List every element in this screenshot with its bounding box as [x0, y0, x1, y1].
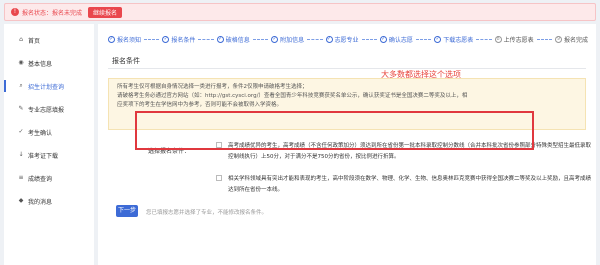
highlight-box	[135, 111, 534, 150]
step-check-icon: ✓	[434, 35, 442, 43]
download-icon: ↓	[18, 151, 24, 158]
sidebar: ⌂ 首页 ◉ 基本信息 ⌕ 招生计划查询 ✎ 专业志愿填报 ✓ 考生确认 ↓ 准…	[4, 24, 94, 265]
step-label: 附加信息	[280, 36, 305, 44]
step-label: 上传志愿表	[503, 36, 534, 44]
step-check-icon: ✓	[325, 35, 333, 43]
notice-line: 应奖项下的考生在学信网中为参考，否则可能不会被取得入学资格。	[117, 102, 283, 108]
user-icon: ◉	[18, 59, 24, 66]
sidebar-item-label: 招生计划查询	[28, 83, 65, 91]
section-title: 报名条件	[112, 57, 140, 65]
step-exception-info[interactable]: ✓ 破格信息	[216, 35, 250, 44]
step-connector	[536, 38, 552, 40]
message-icon: ◆	[18, 197, 24, 204]
sidebar-item-home[interactable]: ⌂ 首页	[4, 33, 94, 47]
search-icon: ⌕	[19, 82, 23, 89]
annotation-text: 大多数都选择这个选项	[381, 70, 461, 79]
section-divider	[108, 68, 586, 69]
step-connector	[476, 38, 492, 40]
sidebar-item-label: 考生确认	[28, 129, 53, 137]
condition-option-2[interactable]: 相关学科领域具有突出才能和表现的考生，高中阶段须在数学、物理、化学、生物、信息奥…	[216, 174, 596, 196]
sidebar-item-enrollment-plan[interactable]: ⌕ 招生计划查询	[4, 79, 94, 93]
continue-registration-button[interactable]: 继续报名	[88, 6, 123, 18]
step-label: 报名条件	[171, 36, 196, 44]
sidebar-item-basic-info[interactable]: ◉ 基本信息	[4, 56, 94, 70]
step-label: 下载志愿表	[443, 36, 474, 44]
step-check-icon: ✓	[108, 35, 115, 43]
step-check-icon: ✓	[379, 35, 387, 43]
sidebar-item-admission-ticket[interactable]: ↓ 准考证下载	[4, 148, 94, 162]
sidebar-item-scores[interactable]: ≡ 成绩查询	[4, 171, 94, 185]
check-icon: ✓	[18, 128, 24, 135]
progress-steps: ✓ 报名须知 ✓ 报名条件 ✓ 破格信息 ✓ 附加信息 ✓ 志愿专业 ✓ 确认志愿 ✓ 下载志…	[108, 32, 588, 46]
step-download-form[interactable]: ✓ 下载志愿表	[434, 35, 473, 44]
step-major-choice[interactable]: ✓ 志愿专业	[325, 35, 359, 44]
step-connector	[144, 38, 160, 40]
sidebar-item-messages[interactable]: ◆ 我的消息	[4, 194, 94, 208]
step-label: 报名完成	[564, 36, 589, 44]
step-upload-form[interactable]: 8 上传志愿表	[494, 35, 534, 44]
option-checkbox[interactable]	[216, 175, 222, 181]
sidebar-item-confirm[interactable]: ✓ 考生确认	[4, 125, 94, 139]
step-number: 9	[555, 35, 562, 43]
step-number: 8	[494, 35, 502, 43]
sidebar-item-major-application[interactable]: ✎ 专业志愿填报	[4, 102, 94, 116]
hint-text: 您已填报志愿并选择了专业，不能修改报名条件。	[146, 210, 268, 216]
step-connector	[252, 38, 269, 40]
sidebar-item-label: 成绩查询	[28, 175, 53, 183]
step-connector	[198, 38, 214, 40]
step-label: 破格信息	[225, 36, 250, 44]
step-connector	[307, 38, 323, 40]
step-check-icon: ✓	[216, 35, 224, 43]
step-connector	[415, 38, 432, 40]
step-label: 确认志愿	[388, 36, 413, 44]
status-text: 报名状态：报名未完成	[22, 9, 83, 17]
sidebar-item-label: 首页	[28, 37, 41, 45]
chart-icon: ≡	[18, 174, 24, 181]
step-registration-notice[interactable]: ✓ 报名须知	[108, 35, 141, 44]
option-text: 相关学科领域具有突出才能和表现的考生，高中阶段须在数学、物理、化学、生物、信息奥…	[228, 176, 592, 193]
step-label: 报名须知	[117, 36, 142, 44]
notice-line: 请破格考生务必通过官方网站（如：http://gst.cysci.org/）查看…	[117, 93, 468, 99]
step-additional-info[interactable]: ✓ 附加信息	[271, 35, 304, 44]
next-step-button[interactable]: 下一步	[116, 205, 138, 217]
step-registration-conditions[interactable]: ✓ 报名条件	[162, 35, 195, 44]
notice-line: 所有考生仅可根据自身情况选择一类进行报考，条件2仅限申请破格考生选择；	[117, 84, 308, 90]
status-alert: ! 报名状态：报名未完成 继续报名	[4, 3, 596, 21]
step-check-icon: ✓	[162, 35, 170, 43]
step-connector	[361, 38, 377, 40]
sidebar-item-label: 我的消息	[28, 198, 53, 206]
warning-icon: !	[11, 8, 19, 16]
step-label: 志愿专业	[334, 36, 359, 44]
sidebar-item-label: 基本信息	[28, 60, 53, 68]
sidebar-item-label: 准考证下载	[28, 152, 59, 160]
step-confirm-choice[interactable]: ✓ 确认志愿	[379, 35, 413, 44]
sidebar-item-label: 专业志愿填报	[28, 106, 65, 114]
step-complete[interactable]: 9 报名完成	[555, 35, 588, 44]
step-check-icon: ✓	[271, 35, 279, 43]
home-icon: ⌂	[19, 36, 23, 43]
edit-icon: ✎	[18, 105, 24, 112]
